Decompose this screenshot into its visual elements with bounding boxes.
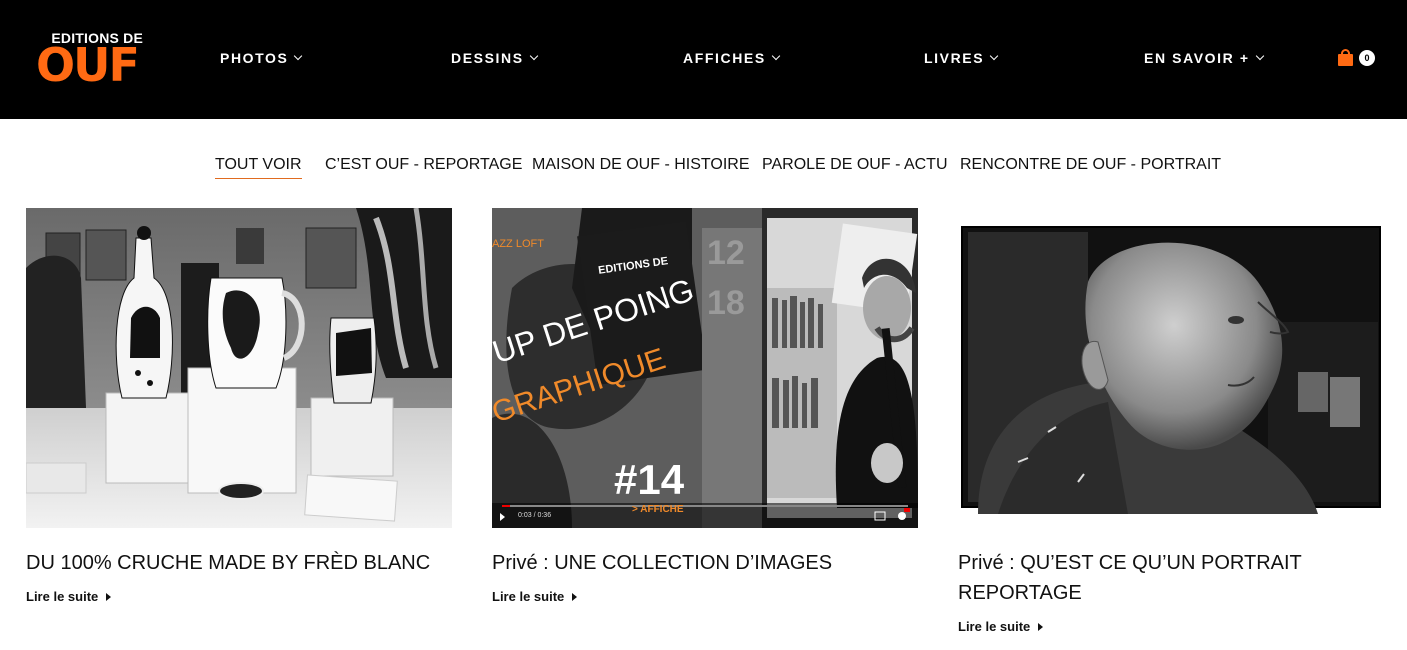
video-timecode: 0:03 / 0:36 [518,512,552,519]
nav-dessins[interactable]: DESSINS [451,50,538,66]
post-title-collection[interactable]: Privé : UNE COLLECTION D’IMAGES [492,548,922,578]
logo-ouf-text: OUF [36,38,140,92]
chevron-down-icon [1255,51,1264,61]
nav-dessins-label: DESSINS [451,50,524,66]
post-title-cruche[interactable]: DU 100% CRUCHE MADE BY FRÈD BLANC [26,548,456,578]
filter-tab-tout-voir[interactable]: TOUT VOIR [215,156,302,179]
site-logo[interactable]: EDITIONS DE OUF [36,30,146,88]
post-image-portrait[interactable] [958,222,1384,514]
read-more-label: Lire le suite [26,589,99,604]
chevron-down-icon [771,51,781,61]
read-more-link-portrait[interactable]: Lire le suite [958,619,1044,634]
post-title-portrait[interactable]: Privé : QU’EST CE QU’UN PORTRAIT REPORTA… [958,548,1358,608]
filter-tab-reportage[interactable]: C’EST OUF - REPORTAGE [325,156,522,174]
video-venue-text: AZZ LOFT [492,238,544,250]
caret-right-icon [1038,622,1044,631]
video-number: #14 [614,456,685,503]
cart-button[interactable]: 0 [1338,49,1375,66]
nav-affiches[interactable]: AFFICHES [683,50,781,66]
post-image-cruche[interactable] [26,208,452,528]
filter-tab-actu[interactable]: PAROLE DE OUF - ACTU [762,156,948,174]
caret-right-icon [106,592,112,601]
nav-livres-label: LIVRES [924,50,985,66]
filter-tab-portrait[interactable]: RENCONTRE DE OUF - PORTRAIT [960,156,1221,174]
shopping-bag-icon [1338,49,1353,66]
pottery-photo [26,208,452,528]
video-tag: > AFFICHE [632,504,684,515]
caret-right-icon [572,592,578,601]
post-video-collection[interactable]: AZZ LOFT EDITIONS DE 12 18 UP DE POING G… [492,208,918,528]
chevron-down-icon [989,51,999,61]
filter-tab-histoire[interactable]: MAISON DE OUF - HISTOIRE [532,156,750,174]
portrait-photo [958,222,1384,514]
nav-en-savoir-label: EN SAVOIR + [1144,50,1250,66]
video-date-b: 18 [707,284,745,322]
video-poster-graphic [492,208,918,528]
nav-affiches-label: AFFICHES [683,50,766,66]
site-header: EDITIONS DE OUF PHOTOS DESSINS AFFICHES … [0,0,1407,119]
cart-count-badge: 0 [1359,49,1375,66]
read-more-label: Lire le suite [958,619,1031,634]
chevron-down-icon [294,51,303,61]
read-more-label: Lire le suite [492,589,565,604]
video-date-a: 12 [707,234,745,272]
nav-photos-label: PHOTOS [220,50,289,66]
read-more-link-cruche[interactable]: Lire le suite [26,589,112,604]
nav-photos[interactable]: PHOTOS [220,50,303,66]
chevron-down-icon [529,51,538,61]
read-more-link-collection[interactable]: Lire le suite [492,589,578,604]
nav-livres[interactable]: LIVRES [924,50,999,66]
nav-en-savoir[interactable]: EN SAVOIR + [1144,50,1264,66]
